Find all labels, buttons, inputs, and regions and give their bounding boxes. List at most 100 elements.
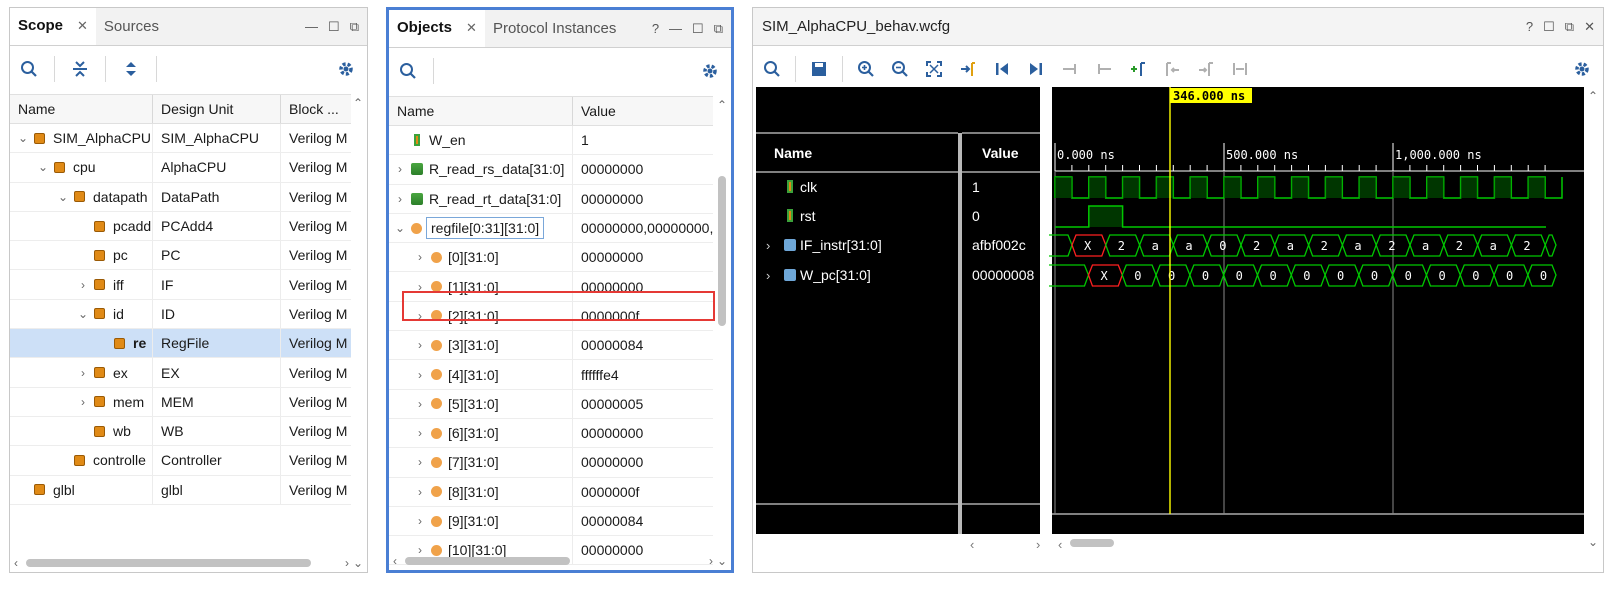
- scope-tree-row[interactable]: ⌄ datapath DataPath Verilog M: [10, 182, 351, 212]
- scope-tree-row[interactable]: controlle Controller Verilog M: [10, 446, 351, 476]
- gear-icon[interactable]: [335, 58, 357, 80]
- chevron-down-icon[interactable]: ⌄: [56, 190, 70, 204]
- close-icon[interactable]: ✕: [1584, 19, 1595, 35]
- previous-transition-icon[interactable]: [1059, 58, 1081, 80]
- scroll-thumb[interactable]: [718, 176, 726, 326]
- close-icon[interactable]: ✕: [466, 20, 477, 36]
- chevron-down-icon[interactable]: ⌄: [393, 221, 407, 235]
- search-icon[interactable]: [18, 58, 40, 80]
- signal-name[interactable]: IF_instr[31:0]: [800, 237, 882, 253]
- waveform-canvas[interactable]: Name Value clk 1 rst 0 › IF_instr[31:0] afbf00…: [756, 87, 1602, 553]
- scroll-right-icon[interactable]: ›: [1036, 537, 1040, 552]
- object-row[interactable]: › [0][31:0] 00000000: [389, 243, 713, 273]
- chevron-down-icon[interactable]: ⌄: [76, 307, 90, 321]
- chevron-right-icon[interactable]: ›: [413, 397, 427, 411]
- waveform-area[interactable]: Name Value clk 1 rst 0 › IF_instr[31:0] afbf00…: [756, 87, 1602, 553]
- names-values-divider[interactable]: [958, 133, 962, 553]
- chevron-right-icon[interactable]: ›: [413, 426, 427, 440]
- chevron-right-icon[interactable]: ›: [413, 368, 427, 382]
- help-icon[interactable]: ?: [1526, 19, 1533, 34]
- go-to-end-icon[interactable]: [1025, 58, 1047, 80]
- column-name[interactable]: Name: [10, 95, 153, 123]
- scope-tree-row[interactable]: ⌄ SIM_AlphaCPU SIM_AlphaCPU Verilog M: [10, 124, 351, 154]
- object-row[interactable]: › [7][31:0] 00000000: [389, 448, 713, 478]
- scroll-up-icon[interactable]: ⌃: [1588, 89, 1598, 103]
- column-value[interactable]: Value: [982, 145, 1019, 161]
- scope-tree-row[interactable]: › ex EX Verilog M: [10, 358, 351, 388]
- chevron-right-icon[interactable]: ›: [413, 455, 427, 469]
- scroll-right-icon[interactable]: ›: [345, 556, 349, 570]
- collapse-all-icon[interactable]: [69, 58, 91, 80]
- w-pc-waveform[interactable]: X 0 0 0 0 0 0 0 0 0 0 0 0 0: [1049, 264, 1557, 287]
- objects-vscroll[interactable]: ⌃ ⌄: [713, 96, 731, 570]
- float-icon[interactable]: ⧉: [350, 19, 359, 35]
- column-block[interactable]: Block ...: [281, 95, 351, 123]
- gear-icon[interactable]: [1571, 58, 1593, 80]
- chevron-right-icon[interactable]: ›: [413, 250, 427, 264]
- rst-waveform[interactable]: [1055, 205, 1546, 228]
- object-row[interactable]: › [4][31:0] ffffffe4: [389, 360, 713, 390]
- object-row[interactable]: › [8][31:0] 0000000f: [389, 477, 713, 507]
- gear-icon[interactable]: [699, 60, 721, 82]
- zoom-in-icon[interactable]: [855, 58, 877, 80]
- zoom-out-icon[interactable]: [889, 58, 911, 80]
- zoom-fit-icon[interactable]: [923, 58, 945, 80]
- if-instr-waveform[interactable]: X 2 a a 0 2 a 2 a 2 a 2 a 2: [1049, 234, 1557, 257]
- save-icon[interactable]: [808, 58, 830, 80]
- minimize-icon[interactable]: ☐: [1543, 19, 1555, 35]
- scope-tree-row[interactable]: › iff IF Verilog M: [10, 270, 351, 300]
- next-marker-icon[interactable]: [1195, 58, 1217, 80]
- column-name[interactable]: Name: [389, 97, 573, 125]
- minimize-icon[interactable]: —: [305, 19, 318, 34]
- scope-tree-row[interactable]: ⌄ id ID Verilog M: [10, 299, 351, 330]
- chevron-down-icon[interactable]: ⌄: [16, 131, 30, 145]
- scope-tree-row[interactable]: wb WB Verilog M: [10, 416, 351, 447]
- search-icon[interactable]: [397, 60, 419, 82]
- chevron-right-icon[interactable]: ›: [76, 278, 90, 292]
- maximize-icon[interactable]: ☐: [328, 19, 340, 35]
- float-icon[interactable]: ⧉: [714, 21, 723, 37]
- tab-objects[interactable]: Objects ✕: [389, 10, 485, 47]
- help-icon[interactable]: ?: [652, 21, 659, 36]
- scroll-up-icon[interactable]: ⌃: [353, 96, 363, 110]
- chevron-down-icon[interactable]: ⌄: [36, 160, 50, 174]
- object-row[interactable]: › R_read_rt_data[31:0] 00000000: [389, 184, 713, 214]
- scroll-down-icon[interactable]: ⌄: [717, 554, 727, 568]
- scope-tree-row[interactable]: pc PC Verilog M: [10, 241, 351, 271]
- next-transition-icon[interactable]: [1093, 58, 1115, 80]
- values-wave-divider[interactable]: [1040, 87, 1052, 553]
- chevron-right-icon[interactable]: ›: [76, 395, 90, 409]
- object-row[interactable]: W_en 1: [389, 126, 713, 156]
- close-icon[interactable]: ✕: [77, 18, 88, 34]
- search-icon[interactable]: [761, 58, 783, 80]
- chevron-right-icon[interactable]: ›: [76, 366, 90, 380]
- chevron-right-icon[interactable]: ›: [766, 238, 770, 253]
- scroll-thumb[interactable]: [405, 557, 570, 565]
- expand-all-icon[interactable]: [120, 58, 142, 80]
- chevron-right-icon[interactable]: ›: [393, 192, 407, 206]
- scope-tree-row[interactable]: ⌄ cpu AlphaCPU Verilog M: [10, 153, 351, 183]
- go-to-cursor-icon[interactable]: [957, 58, 979, 80]
- object-row[interactable]: › [3][31:0] 00000084: [389, 331, 713, 361]
- scroll-right-icon[interactable]: ›: [709, 554, 713, 568]
- column-value[interactable]: Value: [573, 97, 713, 125]
- scope-tree-row[interactable]: glbl glbl Verilog M: [10, 475, 351, 505]
- scope-tree-row[interactable]: re RegFile Verilog M: [10, 329, 351, 359]
- scroll-thumb[interactable]: [26, 559, 311, 567]
- scope-tree-row[interactable]: › mem MEM Verilog M: [10, 387, 351, 417]
- scope-tree-row[interactable]: pcadd PCAdd4 Verilog M: [10, 211, 351, 242]
- tab-sources[interactable]: Sources: [96, 8, 167, 45]
- go-to-start-icon[interactable]: [991, 58, 1013, 80]
- column-name[interactable]: Name: [774, 145, 812, 161]
- chevron-right-icon[interactable]: ›: [413, 485, 427, 499]
- swap-cursors-icon[interactable]: [1229, 58, 1251, 80]
- maximize-icon[interactable]: ☐: [692, 21, 704, 37]
- object-row[interactable]: › [5][31:0] 00000005: [389, 389, 713, 419]
- previous-marker-icon[interactable]: [1161, 58, 1183, 80]
- chevron-right-icon[interactable]: ›: [413, 514, 427, 528]
- chevron-right-icon[interactable]: ›: [766, 268, 770, 283]
- scroll-left-icon[interactable]: ‹: [393, 554, 397, 568]
- time-ruler[interactable]: 0.000 ns 500.000 ns 1,000.000 ns: [1054, 143, 1546, 514]
- chevron-right-icon[interactable]: ›: [413, 338, 427, 352]
- signal-name[interactable]: clk: [800, 179, 818, 195]
